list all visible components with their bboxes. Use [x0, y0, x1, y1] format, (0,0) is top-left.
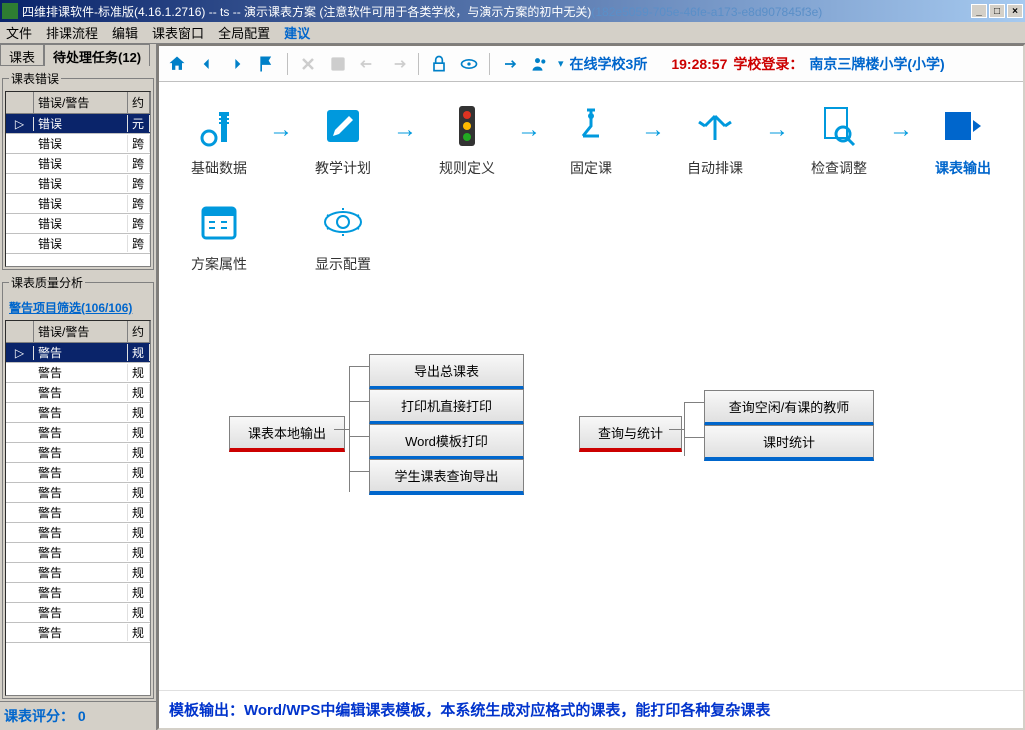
step-teach-plan[interactable]: 教学计划 [303, 102, 383, 178]
close-button[interactable]: × [1007, 4, 1023, 18]
users-icon[interactable] [528, 52, 552, 76]
tab-tasks[interactable]: 待处理任务(12) [44, 44, 150, 66]
step-fixed[interactable]: 固定课 [551, 102, 631, 178]
arrow-icon: → [765, 116, 789, 144]
table-row[interactable]: 错误跨 [6, 154, 150, 174]
sidebar: 课表 待处理任务(12) 课表错误 错误/警告 约 ▷错误元错误跨错误跨错误跨错… [0, 44, 157, 730]
diagram-item[interactable]: 查询空闲/有课的教师 [704, 390, 874, 426]
home-icon[interactable] [165, 52, 189, 76]
flag-icon[interactable] [255, 52, 279, 76]
table-row[interactable]: ▷错误元 [6, 114, 150, 134]
connect-icon[interactable] [498, 52, 522, 76]
table-row[interactable]: 警告规 [6, 363, 150, 383]
menu-bar: 文件 排课流程 编辑 课表窗口 全局配置 建议 [0, 22, 1025, 44]
table-row[interactable]: 警告规 [6, 623, 150, 643]
group-quality: 课表质量分析 警告项目筛选(106/106) 错误/警告 约 ▷警告规警告规警告… [2, 274, 154, 699]
filter-link[interactable]: 警告项目筛选(106/106) [5, 295, 151, 320]
table-row[interactable]: 警告规 [6, 543, 150, 563]
menu-file[interactable]: 文件 [6, 23, 32, 42]
window-title: 四维排课软件-标准版(4.16.1.2716) -- ts -- 演示课表方案 … [22, 3, 971, 20]
table-row[interactable]: 警告规 [6, 503, 150, 523]
step-rules[interactable]: 规则定义 [427, 102, 507, 178]
group-errors: 课表错误 错误/警告 约 ▷错误元错误跨错误跨错误跨错误跨错误跨错误跨 [2, 70, 154, 270]
diagram-item[interactable]: Word模板打印 [369, 424, 524, 460]
menu-edit[interactable]: 编辑 [112, 23, 138, 42]
tab-schedule[interactable]: 课表 [0, 44, 44, 66]
step-output[interactable]: 课表输出 [923, 102, 1003, 178]
online-schools: 在线学校3所 [570, 54, 648, 74]
step-auto[interactable]: 自动排课 [675, 102, 755, 178]
table-row[interactable]: 错误跨 [6, 214, 150, 234]
step-basic-data[interactable]: 基础数据 [179, 102, 259, 178]
table-row[interactable]: 错误跨 [6, 134, 150, 154]
diagram-item[interactable]: 打印机直接打印 [369, 389, 524, 425]
arrow-icon: → [269, 116, 293, 144]
table-row[interactable]: 警告规 [6, 383, 150, 403]
lock-icon[interactable] [427, 52, 451, 76]
table-row[interactable]: 警告规 [6, 403, 150, 423]
diagram-local-output[interactable]: 课表本地输出 [229, 416, 345, 452]
content-area: ▾ 在线学校3所 19:28:57 学校登录： 南京三牌楼小学(小学) 基础数据… [157, 44, 1025, 730]
table-row[interactable]: 错误跨 [6, 234, 150, 254]
score-label: 课表评分： 0 [0, 701, 156, 730]
arrow-icon: → [517, 116, 541, 144]
login-school[interactable]: 南京三牌楼小学(小学) [809, 54, 944, 74]
clock: 19:28:57 [671, 56, 727, 72]
table-row[interactable]: ▷警告规 [6, 343, 150, 363]
undo-icon[interactable] [356, 52, 380, 76]
eye-icon[interactable] [457, 52, 481, 76]
arrow-icon: → [889, 116, 913, 144]
arrow-icon: → [393, 116, 417, 144]
table-row[interactable]: 警告规 [6, 483, 150, 503]
output-diagram: 课表本地输出 导出总课表打印机直接打印Word模板打印学生课表查询导出 查询与统… [179, 354, 1003, 534]
menu-suggest[interactable]: 建议 [284, 23, 310, 42]
redo-icon[interactable] [386, 52, 410, 76]
minimize-button[interactable]: _ [971, 4, 987, 18]
table-row[interactable]: 警告规 [6, 423, 150, 443]
table-row[interactable]: 警告规 [6, 563, 150, 583]
back-arrow-icon[interactable] [195, 52, 219, 76]
toolbar: ▾ 在线学校3所 19:28:57 学校登录： 南京三牌楼小学(小学) [159, 46, 1023, 82]
forward-arrow-icon[interactable] [225, 52, 249, 76]
diagram-item[interactable]: 学生课表查询导出 [369, 459, 524, 495]
diagram-item[interactable]: 课时统计 [704, 425, 874, 461]
diagram-query-stats[interactable]: 查询与统计 [579, 416, 682, 452]
menu-global[interactable]: 全局配置 [218, 23, 270, 42]
diagram-item[interactable]: 导出总课表 [369, 354, 524, 390]
table-row[interactable]: 警告规 [6, 603, 150, 623]
maximize-button[interactable]: □ [989, 4, 1005, 18]
footer-hint: 模板输出：Word/WPS中编辑课表模板，本系统生成对应格式的课表，能打印各种复… [159, 690, 1023, 728]
menu-window[interactable]: 课表窗口 [152, 23, 204, 42]
login-label: 学校登录： [733, 54, 803, 74]
menu-process[interactable]: 排课流程 [46, 23, 98, 42]
table-row[interactable]: 错误跨 [6, 174, 150, 194]
table-row[interactable]: 警告规 [6, 463, 150, 483]
save-icon[interactable] [326, 52, 350, 76]
arrow-icon: → [641, 116, 665, 144]
title-bar: 四维排课软件-标准版(4.16.1.2716) -- ts -- 演示课表方案 … [0, 0, 1025, 22]
delete-icon[interactable] [296, 52, 320, 76]
app-icon [2, 3, 18, 19]
table-row[interactable]: 警告规 [6, 583, 150, 603]
step-display-config[interactable]: 显示配置 [303, 198, 383, 274]
table-row[interactable]: 警告规 [6, 443, 150, 463]
step-scheme-props[interactable]: 方案属性 [179, 198, 259, 274]
table-row[interactable]: 错误跨 [6, 194, 150, 214]
table-row[interactable]: 警告规 [6, 523, 150, 543]
step-check[interactable]: 检查调整 [799, 102, 879, 178]
